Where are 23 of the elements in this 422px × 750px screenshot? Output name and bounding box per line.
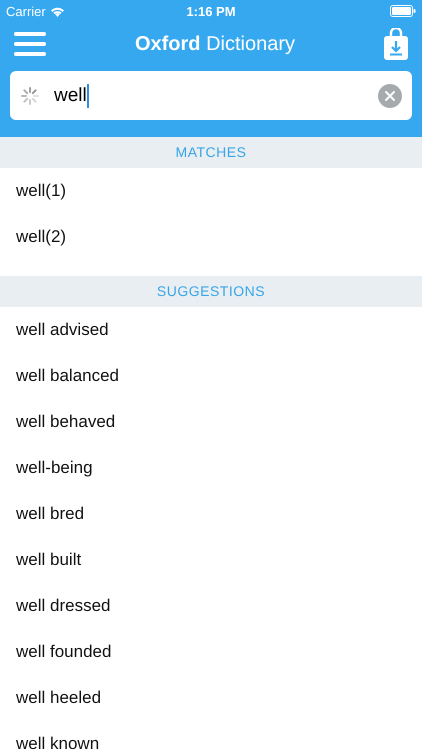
- wifi-icon: [50, 6, 65, 16]
- list-item[interactable]: well advised: [16, 320, 109, 340]
- section-header: MATCHES: [0, 137, 422, 168]
- list-item[interactable]: well dressed: [16, 596, 110, 616]
- list-item[interactable]: well founded: [16, 642, 112, 662]
- section-header: SUGGESTIONS: [0, 276, 422, 307]
- list-item[interactable]: well(2): [16, 227, 66, 247]
- list-item[interactable]: well built: [16, 550, 82, 570]
- battery-icon: [390, 5, 416, 17]
- list-item[interactable]: well known: [16, 734, 100, 750]
- list-item[interactable]: well balanced: [16, 366, 120, 386]
- list-item[interactable]: well behaved: [16, 412, 116, 432]
- status-time: 1:16 PM: [186, 4, 236, 18]
- list-item[interactable]: well bred: [16, 504, 84, 524]
- list-item[interactable]: well(1): [16, 181, 66, 201]
- app-title: Oxford Dictionary: [134, 32, 296, 56]
- carrier-label: Carrier: [6, 4, 46, 18]
- list-item[interactable]: well heeled: [16, 688, 102, 708]
- menu-icon[interactable]: [14, 31, 46, 57]
- download-bag-icon[interactable]: [384, 28, 408, 60]
- clear-icon[interactable]: [378, 84, 402, 108]
- list-item[interactable]: well-being: [16, 458, 93, 478]
- search-field[interactable]: well: [10, 71, 412, 120]
